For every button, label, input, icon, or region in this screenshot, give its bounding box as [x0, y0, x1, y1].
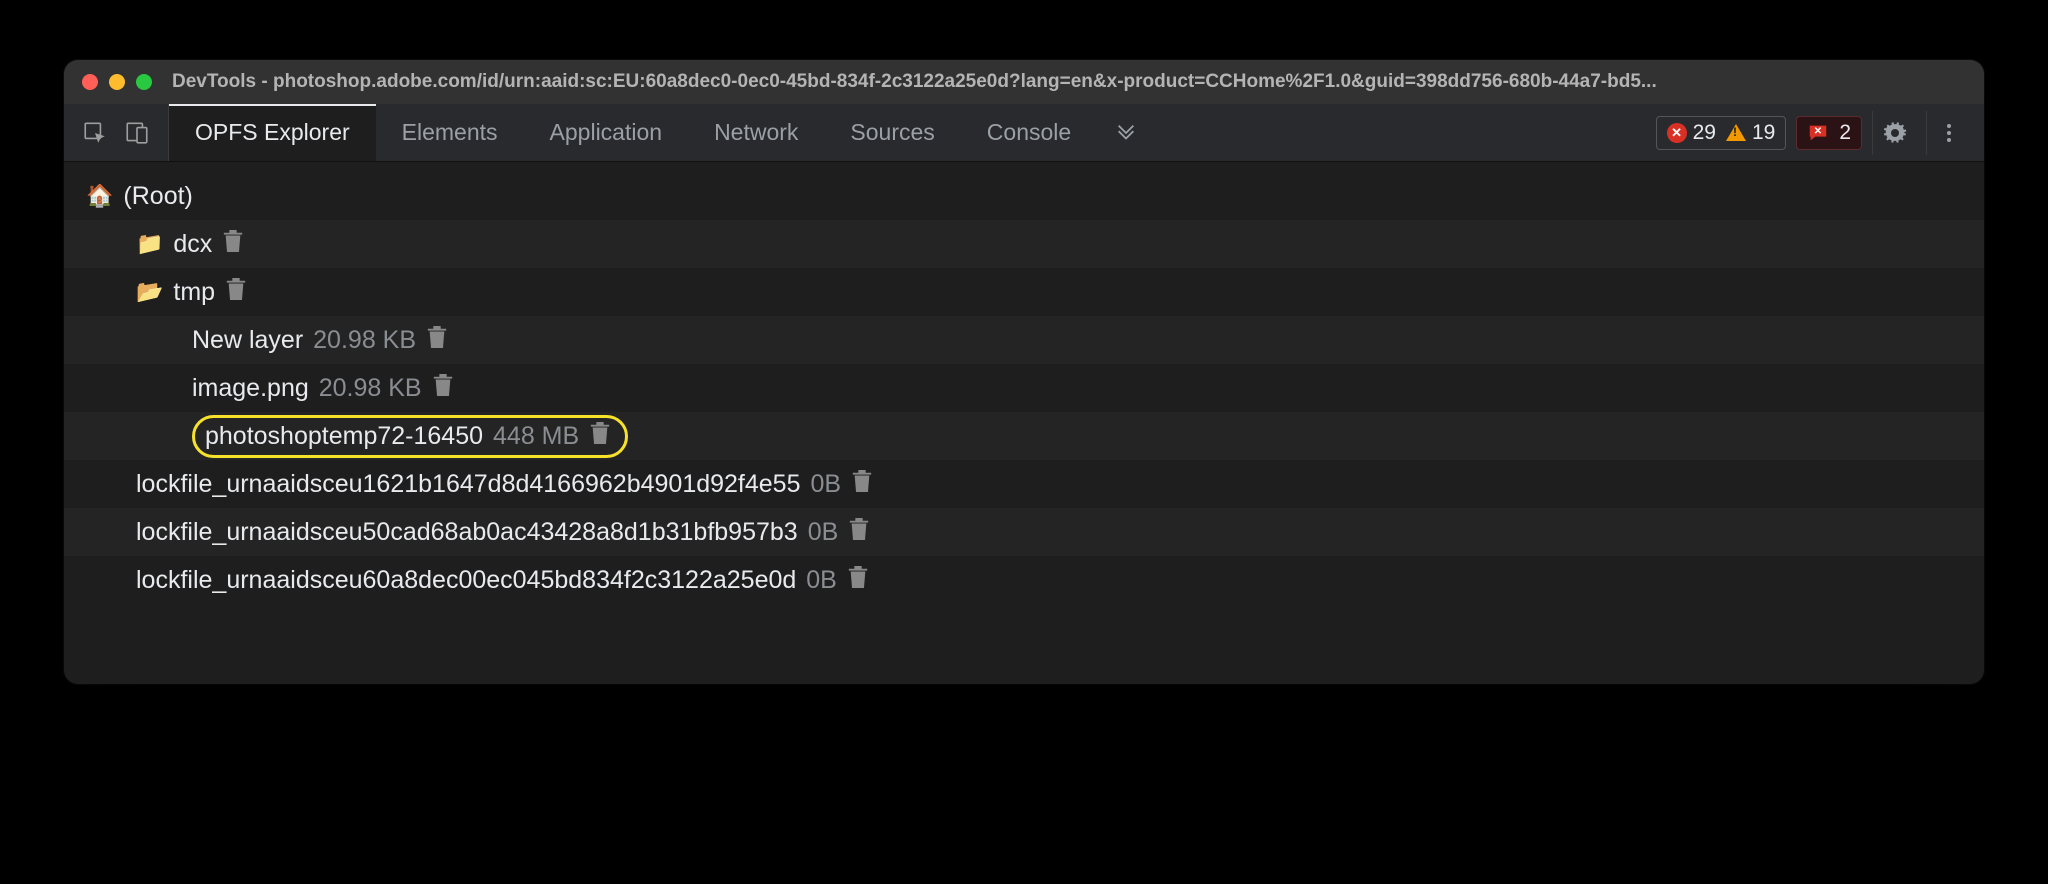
tree-file[interactable]: lockfile_urnaaidsceu1621b1647d8d4166962b… [64, 460, 1984, 508]
file-size: 0B [811, 470, 842, 499]
maximize-window-button[interactable] [136, 74, 152, 90]
svg-text:✕: ✕ [1814, 125, 1822, 136]
tree-file[interactable]: lockfile_urnaaidsceu60a8dec00ec045bd834f… [64, 556, 1984, 604]
delete-icon[interactable] [225, 276, 247, 309]
tab-sources[interactable]: Sources [824, 104, 960, 161]
delete-icon[interactable] [847, 564, 869, 597]
panel-tabs: OPFS Explorer Elements Application Netwo… [169, 104, 1155, 161]
file-name: New layer [192, 326, 303, 355]
delete-icon[interactable] [589, 420, 611, 453]
delete-icon[interactable] [848, 516, 870, 549]
tab-opfs-explorer[interactable]: OPFS Explorer [169, 104, 376, 161]
tab-network[interactable]: Network [688, 104, 824, 161]
tree-root[interactable]: 🏠 (Root) [64, 172, 1984, 220]
folder-name: dcx [173, 230, 212, 259]
highlight-pill: photoshoptemp72-16450 448 MB [192, 415, 628, 458]
device-toggle-icon[interactable] [116, 112, 158, 154]
delete-icon[interactable] [426, 324, 448, 357]
more-options-button[interactable] [1926, 111, 1970, 155]
home-icon: 🏠 [86, 183, 113, 209]
messages-badge[interactable]: ✕ 2 [1796, 116, 1862, 150]
folder-name: tmp [173, 278, 215, 307]
file-size: 0B [806, 566, 837, 595]
tree-folder[interactable]: 📂 tmp [64, 268, 1984, 316]
file-name: photoshoptemp72-16450 [205, 422, 483, 451]
message-count: 2 [1839, 121, 1851, 145]
issues-badge[interactable]: ✕ 29 19 [1656, 116, 1787, 150]
root-label: (Root) [123, 182, 192, 211]
more-tabs-button[interactable] [1097, 104, 1155, 161]
file-name: lockfile_urnaaidsceu1621b1647d8d4166962b… [136, 470, 801, 499]
minimize-window-button[interactable] [109, 74, 125, 90]
folder-open-icon: 📂 [136, 279, 163, 305]
file-name: image.png [192, 374, 309, 403]
file-size: 20.98 KB [319, 374, 422, 403]
devtools-window: DevTools - photoshop.adobe.com/id/urn:aa… [64, 60, 1984, 684]
file-name: lockfile_urnaaidsceu50cad68ab0ac43428a8d… [136, 518, 798, 547]
tab-console[interactable]: Console [961, 104, 1097, 161]
warning-icon [1726, 124, 1746, 141]
inspect-element-icon[interactable] [74, 112, 116, 154]
folder-icon: 📁 [136, 231, 163, 257]
error-count: 29 [1693, 121, 1716, 145]
delete-icon[interactable] [851, 468, 873, 501]
warning-count: 19 [1752, 121, 1775, 145]
delete-icon[interactable] [432, 372, 454, 405]
error-icon: ✕ [1667, 123, 1687, 143]
tree-file[interactable]: lockfile_urnaaidsceu50cad68ab0ac43428a8d… [64, 508, 1984, 556]
window-title: DevTools - photoshop.adobe.com/id/urn:aa… [172, 71, 1657, 93]
toolbar: OPFS Explorer Elements Application Netwo… [64, 104, 1984, 162]
file-size: 448 MB [493, 422, 579, 451]
file-size: 0B [808, 518, 839, 547]
tree-file-highlighted[interactable]: photoshoptemp72-16450 448 MB [64, 412, 1984, 460]
titlebar: DevTools - photoshop.adobe.com/id/urn:aa… [64, 60, 1984, 104]
opfs-tree: 🏠 (Root) 📁 dcx 📂 tmp New layer 20.98 KB … [64, 162, 1984, 684]
tree-file[interactable]: image.png 20.98 KB [64, 364, 1984, 412]
tree-file[interactable]: New layer 20.98 KB [64, 316, 1984, 364]
tab-elements[interactable]: Elements [376, 104, 524, 161]
close-window-button[interactable] [82, 74, 98, 90]
tree-folder[interactable]: 📁 dcx [64, 220, 1984, 268]
delete-icon[interactable] [222, 228, 244, 261]
tab-application[interactable]: Application [524, 104, 689, 161]
message-icon: ✕ [1807, 122, 1829, 144]
file-name: lockfile_urnaaidsceu60a8dec00ec045bd834f… [136, 566, 796, 595]
window-controls [82, 74, 152, 90]
file-size: 20.98 KB [313, 326, 416, 355]
settings-button[interactable] [1872, 111, 1916, 155]
